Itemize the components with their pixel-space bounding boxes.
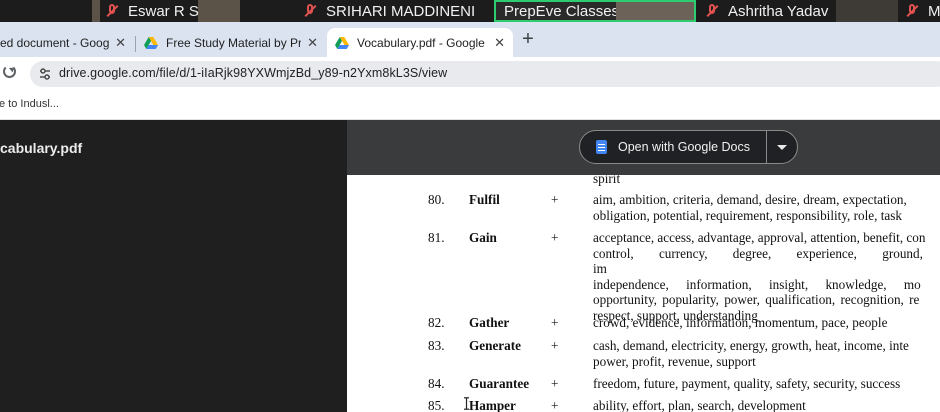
- open-with-google-docs-button[interactable]: Open with Google Docs: [579, 130, 798, 164]
- entry-collocations: acceptance, access, advantage, approval,…: [593, 230, 940, 324]
- collocation-line: power, profit, revenue, support: [593, 353, 756, 369]
- entry-number: 84.: [428, 376, 445, 391]
- bookmarks-bar: e to Indusl...: [0, 91, 940, 120]
- entry-word: Guarantee: [469, 376, 530, 391]
- entry-collocations: aim, ambition, criteria, demand, desire,…: [593, 192, 940, 223]
- drive-icon: [335, 36, 349, 49]
- tab-google-doc[interactable]: ed document - Google D ✕: [0, 28, 134, 57]
- participant-name: M: [928, 2, 940, 20]
- file-name: cabulary.pdf: [0, 140, 83, 156]
- participant-name: SRIHARI MADDINENI: [326, 2, 476, 20]
- entry-word: Gain: [469, 230, 497, 245]
- collocation-line: freedom, future, payment, quality, safet…: [593, 376, 901, 391]
- entry-sign: +: [551, 315, 559, 330]
- participant-video-thumbnail: [616, 2, 694, 20]
- pdf-viewer: cabulary.pdf Open with Google Docs spiri…: [0, 120, 940, 412]
- entry-number: 83.: [428, 338, 445, 353]
- mic-muted-icon: [704, 3, 720, 19]
- participant-name: PrepEve Classes: [504, 2, 620, 20]
- viewer-side-panel: cabulary.pdf: [0, 120, 347, 412]
- entry-number: 82.: [428, 315, 445, 330]
- tab-title: ed document - Google D: [0, 35, 110, 50]
- collocation-line: obligation, potential, requirement, resp…: [593, 207, 902, 223]
- button-divider: [766, 131, 767, 163]
- tab-vocabulary-pdf[interactable]: Vocabulary.pdf - Google Driv ✕: [327, 28, 513, 57]
- entry-word: Fulfil: [469, 192, 500, 207]
- drive-icon: [144, 36, 158, 49]
- mic-muted-icon: [302, 3, 318, 19]
- entry-sign: +: [551, 338, 559, 353]
- collocation-line: opportunity, popularity, power, qualific…: [593, 292, 920, 308]
- tab-title: Free Study Material by PrepE: [166, 35, 302, 50]
- participant-name: Eswar R S: [128, 2, 199, 20]
- entry-sign: +: [551, 192, 559, 207]
- google-docs-icon: [596, 140, 607, 154]
- entry-word: Generate: [469, 338, 521, 353]
- collocation-line: aim, ambition, criteria, demand, desire,…: [593, 192, 907, 207]
- pdf-page: spirit 80. Fulfil + aim, ambition, crite…: [347, 175, 940, 412]
- participant-tile-active-speaker[interactable]: PrepEve Classes: [494, 0, 696, 22]
- meeting-participant-strip: Eswar R S SRIHARI MADDINENI PrepEve Clas…: [0, 0, 940, 22]
- entry-sign: +: [551, 398, 559, 412]
- entry-collocations: ability, effort, plan, search, developme…: [593, 398, 940, 412]
- previous-entry-tail: spirit: [593, 175, 621, 186]
- entry-collocations: crowd, evidence, information, momentum, …: [593, 315, 940, 331]
- open-with-label: Open with Google Docs: [618, 140, 751, 154]
- entry-sign: +: [551, 376, 559, 391]
- participant-tile[interactable]: M: [904, 0, 940, 22]
- url-text: drive.google.com/file/d/1-iIaRjk98YXWmjz…: [59, 66, 448, 80]
- mic-muted-icon: [104, 3, 120, 19]
- participant-video-thumbnail: [198, 0, 240, 22]
- tab-title: Vocabulary.pdf - Google Driv: [357, 35, 488, 50]
- close-icon[interactable]: ✕: [115, 35, 126, 51]
- collocation-line: control, currency, degree, experience, g…: [593, 245, 923, 277]
- browser-tab-bar: ed document - Google D ✕ Free Study Mate…: [0, 22, 940, 57]
- chevron-down-icon[interactable]: [777, 145, 787, 150]
- participant-name: Ashritha Yadav: [728, 2, 829, 20]
- close-icon[interactable]: ✕: [307, 35, 318, 51]
- entry-number: 81.: [428, 230, 445, 245]
- participant-video-thumbnail: [92, 0, 100, 22]
- entry-number: 85.: [428, 398, 445, 412]
- entry-sign: +: [551, 230, 559, 245]
- entry-word: Hamper: [469, 398, 516, 412]
- mic-muted-icon: [904, 3, 920, 19]
- collocation-line: acceptance, access, advantage, approval,…: [593, 230, 926, 245]
- participant-tile[interactable]: Eswar R S: [104, 0, 199, 22]
- collocation-line: independence, information, insight, know…: [593, 276, 921, 292]
- collocation-line: cash, demand, electricity, energy, growt…: [593, 338, 909, 353]
- entry-number: 80.: [428, 192, 445, 207]
- tab-free-study-material[interactable]: Free Study Material by PrepE ✕: [136, 28, 326, 57]
- collocation-line: crowd, evidence, information, momentum, …: [593, 315, 888, 330]
- entry-collocations: freedom, future, payment, quality, safet…: [593, 376, 940, 392]
- reload-icon[interactable]: [3, 65, 16, 78]
- bookmark-item[interactable]: e to Indusl...: [0, 98, 59, 110]
- site-info-icon[interactable]: [38, 67, 52, 81]
- navigation-bar: drive.google.com/file/d/1-iIaRjk98YXWmjz…: [0, 57, 940, 91]
- address-bar[interactable]: drive.google.com/file/d/1-iIaRjk98YXWmjz…: [30, 61, 940, 87]
- entry-collocations: cash, demand, electricity, energy, growt…: [593, 338, 940, 369]
- entry-word: Gather: [469, 315, 510, 330]
- participant-video-thumbnail: [836, 0, 898, 22]
- collocation-line: ability, effort, plan, search, developme…: [593, 398, 806, 412]
- participant-tile[interactable]: SRIHARI MADDINENI: [302, 0, 475, 22]
- text-cursor-icon: [464, 397, 469, 410]
- close-icon[interactable]: ✕: [494, 35, 505, 51]
- new-tab-button[interactable]: +: [519, 29, 537, 49]
- participant-tile[interactable]: Ashritha Yadav: [704, 0, 828, 22]
- viewer-toolbar: Open with Google Docs: [347, 120, 940, 175]
